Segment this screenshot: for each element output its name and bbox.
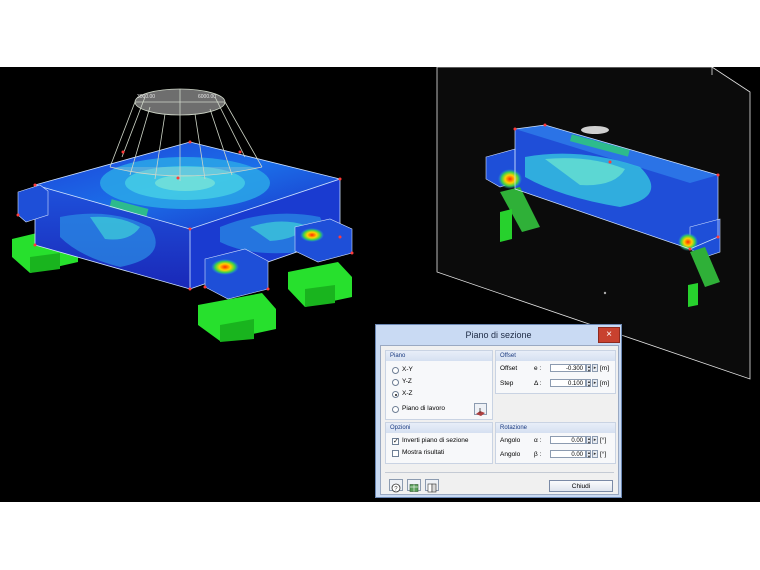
step-unit: [m] [600,380,610,387]
step-symbol: Δ : [534,380,542,387]
offset-spinner[interactable]: ▲ ▼ [586,364,591,373]
radio-yz[interactable] [392,379,399,386]
dialog-body: Piano X-Y Y-Z X-Z Piano di lavoro Offset… [380,345,619,495]
rotation-group-title: Rotazione [496,423,615,433]
radio-xz[interactable] [392,391,399,398]
offset-arrow-button[interactable]: ▸ [592,364,598,372]
angle-beta-symbol: β : [534,451,542,458]
step-input[interactable]: 0.100 [550,379,586,387]
help-icon[interactable]: ? [389,479,403,493]
step-arrow-button[interactable]: ▸ [592,379,598,387]
close-button[interactable]: Chiudi [549,480,613,492]
offset-symbol: e : [534,365,542,372]
angle-alpha-spinner[interactable]: ▲ ▼ [586,436,591,445]
document-icon[interactable] [425,479,439,493]
invert-plane-checkbox[interactable]: ✓ [392,438,399,445]
offset-group-title: Offset [496,351,615,361]
radio-xy-label: X-Y [402,366,413,373]
offset-label: Offset [500,365,518,372]
angle-beta-label: Angolo [500,451,521,458]
left-load-cone [109,88,263,181]
offset-unit: [m] [600,365,610,372]
angle-beta-spinner[interactable]: ▲ ▼ [586,450,591,459]
plane-group: Piano X-Y Y-Z X-Z Piano di lavoro [385,350,493,420]
angle-alpha-arrow-button[interactable]: ▸ [592,436,598,444]
show-results-checkbox[interactable] [392,450,399,457]
close-icon[interactable]: × [598,327,620,343]
step-spinner[interactable]: ▲ ▼ [586,379,591,388]
angle-alpha-input[interactable]: 0.00 [550,436,586,444]
angle-alpha-unit: [°] [600,437,607,444]
dialog-title: Piano di sezione [465,330,532,340]
table-icon[interactable] [407,479,421,492]
options-group-title: Opzioni [386,423,492,433]
angle-beta-unit: [°] [600,451,607,458]
radio-xz-label: X-Z [402,390,413,397]
left-slab [34,141,342,290]
select-work-plane-icon[interactable] [474,403,487,416]
offset-input[interactable]: -0.300 [550,364,586,372]
rotation-group: Rotazione Angolo α : 0.00 ▲ ▼ ▸ [°] Angol… [495,422,616,464]
offset-group: Offset Offset e : -0.300 ▲ ▼ ▸ [m] Step Δ… [495,350,616,394]
angle-beta-arrow-button[interactable]: ▸ [592,450,598,458]
invert-plane-label: Inverti piano di sezione [402,437,469,444]
dim-label-left: 3000.00 [137,94,155,100]
angle-alpha-label: Angolo [500,437,521,444]
plane-group-title: Piano [386,351,492,361]
radio-xy[interactable] [392,367,399,374]
angle-beta-input[interactable]: 0.00 [550,450,586,458]
show-results-label: Mostra risultati [402,449,445,456]
options-group: Opzioni ✓ Inverti piano di sezione Mostr… [385,422,493,464]
footer-divider [385,472,614,473]
section-plane-dialog[interactable]: Piano di sezione × Piano X-Y Y-Z X-Z Pia… [375,324,622,498]
angle-alpha-symbol: α : [534,437,542,444]
radio-work-plane-label: Piano di lavoro [402,405,445,412]
dim-label-right: 6000.00 [198,94,216,100]
radio-yz-label: Y-Z [402,378,412,385]
radio-work-plane[interactable] [392,406,399,413]
step-label: Step [500,380,514,387]
